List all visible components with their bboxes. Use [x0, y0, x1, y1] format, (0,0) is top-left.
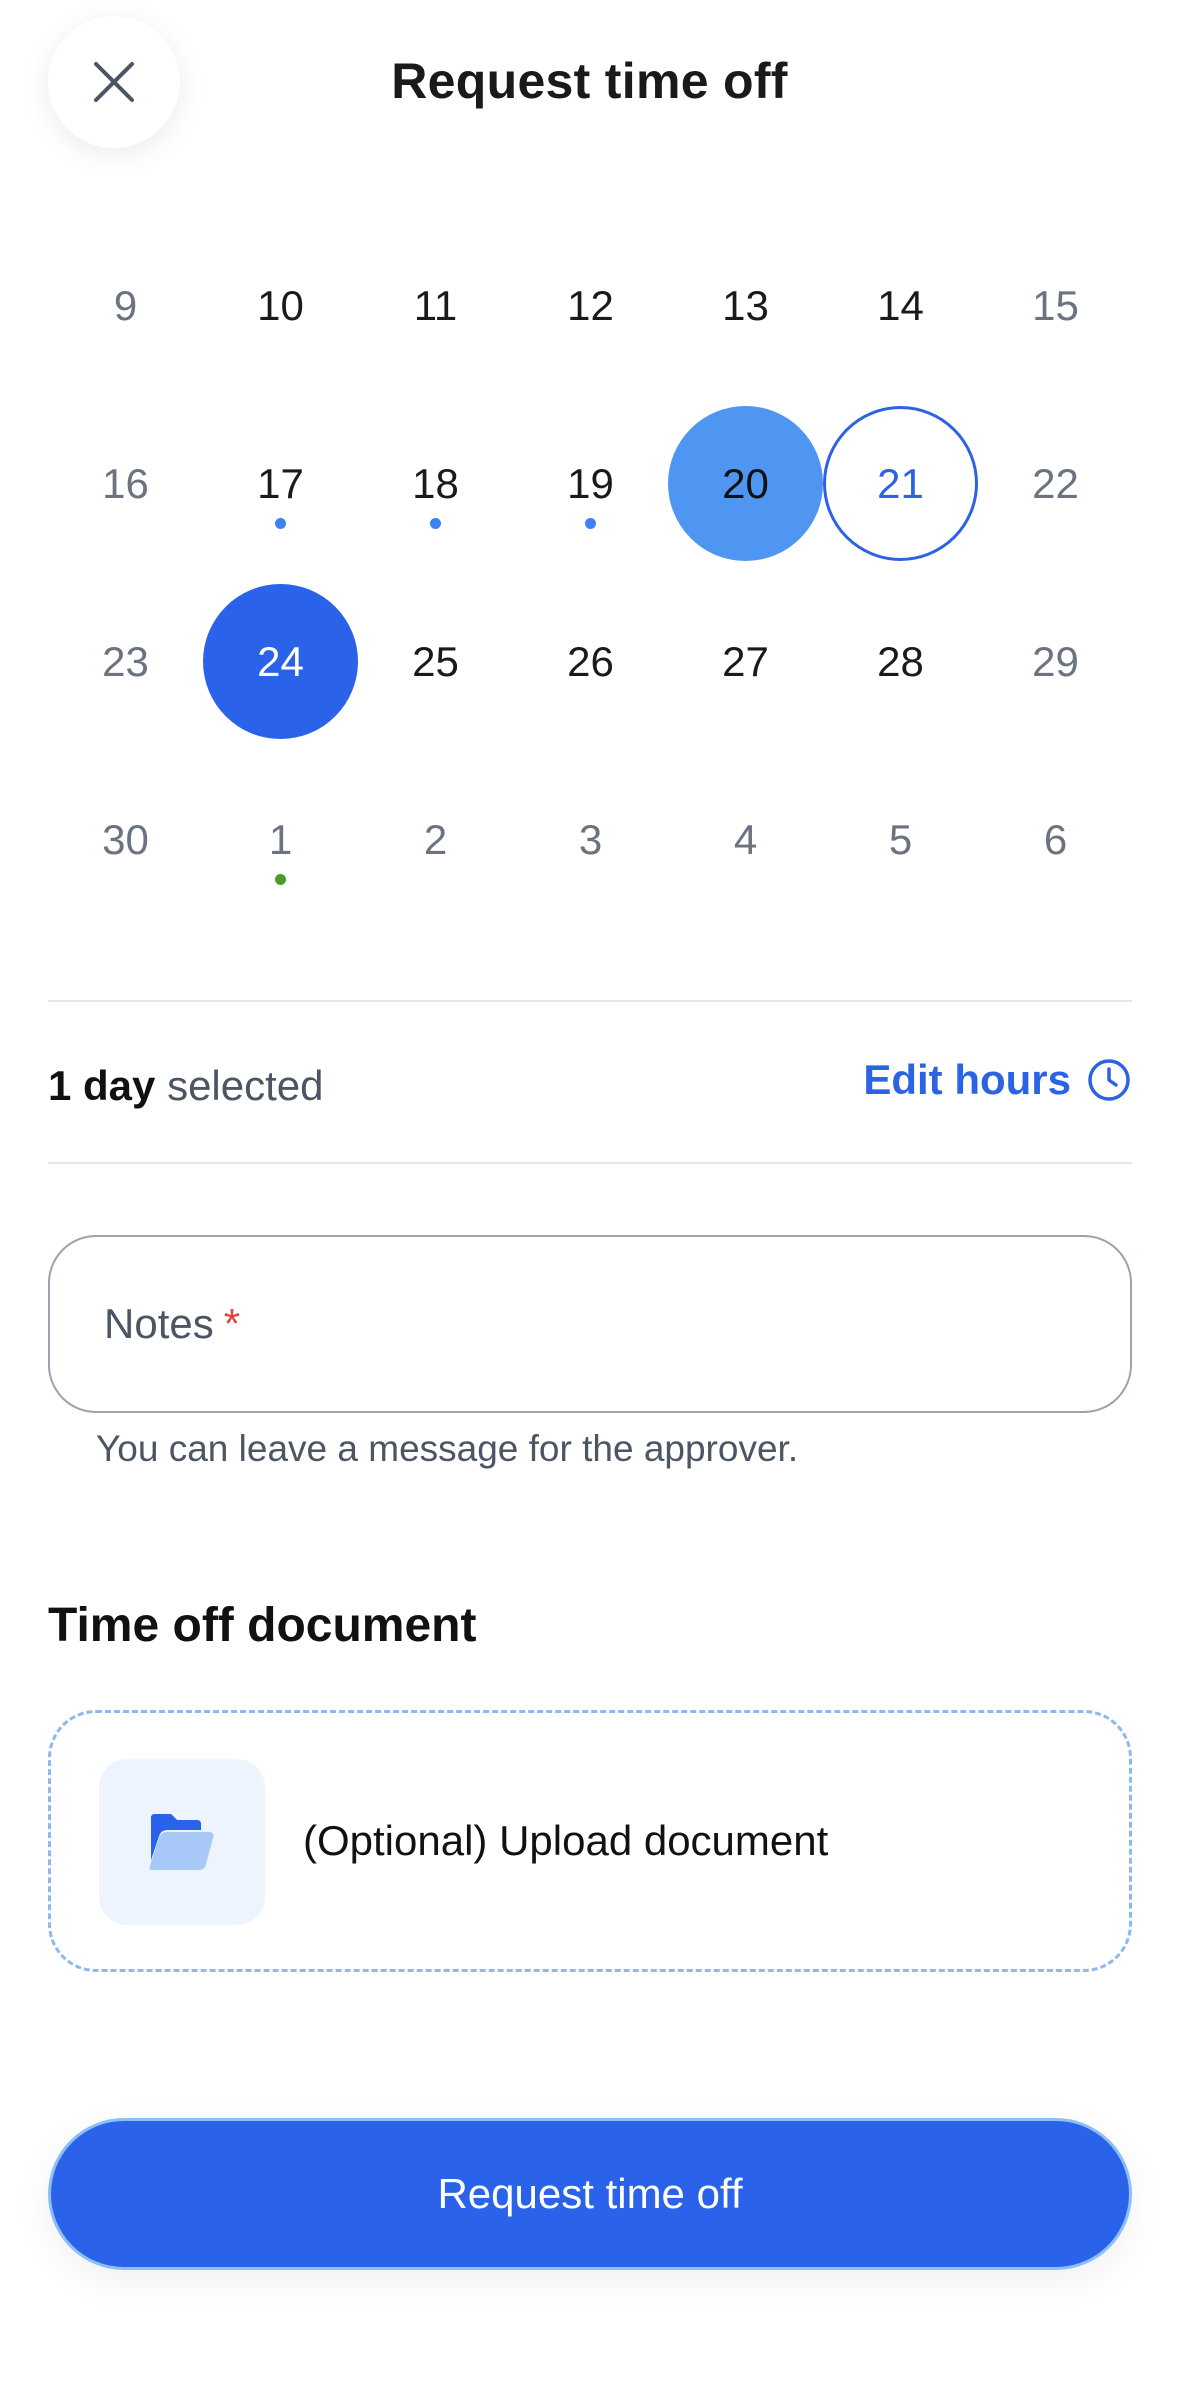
- upload-label: (Optional) Upload document: [303, 1817, 829, 1864]
- calendar-day[interactable]: 26: [513, 584, 668, 739]
- edit-hours-button[interactable]: Edit hours: [863, 1056, 1131, 1104]
- calendar-day[interactable]: 15: [978, 228, 1133, 383]
- notes-label: Notes: [104, 1300, 214, 1347]
- calendar-day[interactable]: 11: [358, 228, 513, 383]
- page-title: Request time off: [391, 53, 788, 109]
- upload-icon-container: [99, 1759, 265, 1925]
- calendar-day[interactable]: 10: [203, 228, 358, 383]
- calendar-week-row: 16 17 18 19 20 21 22: [48, 406, 1132, 561]
- upload-document-area[interactable]: (Optional) Upload document: [48, 1710, 1132, 1972]
- calendar-day[interactable]: 29: [978, 584, 1133, 739]
- calendar-day[interactable]: 22: [978, 406, 1133, 561]
- header: Request time off: [0, 0, 1179, 160]
- calendar-day[interactable]: 27: [668, 584, 823, 739]
- divider: [48, 1000, 1132, 1002]
- event-dot: [430, 518, 441, 529]
- event-dot: [585, 518, 596, 529]
- calendar-day[interactable]: 21: [823, 406, 978, 561]
- divider: [48, 1162, 1132, 1164]
- calendar-week-row: 30 1 2 3 4 5 6: [48, 762, 1132, 917]
- calendar-week-row: 23 24 25 26 27 28 29: [48, 584, 1132, 739]
- calendar-day[interactable]: 9: [48, 228, 203, 383]
- calendar-day[interactable]: 18: [358, 406, 513, 561]
- calendar-day[interactable]: 6: [978, 762, 1133, 917]
- calendar-day[interactable]: 16: [48, 406, 203, 561]
- calendar-day[interactable]: 13: [668, 228, 823, 383]
- selected-count: 1 day: [48, 1062, 156, 1109]
- event-dot: [275, 518, 286, 529]
- holiday-dot: [275, 874, 286, 885]
- calendar-day[interactable]: 3: [513, 762, 668, 917]
- selection-summary: 1 day selected: [48, 1062, 324, 1110]
- calendar-day[interactable]: 2: [358, 762, 513, 917]
- calendar-day[interactable]: 28: [823, 584, 978, 739]
- calendar-day[interactable]: 17: [203, 406, 358, 561]
- notes-input[interactable]: Notes *: [48, 1235, 1132, 1413]
- calendar-day[interactable]: 30: [48, 762, 203, 917]
- calendar-day[interactable]: 5: [823, 762, 978, 917]
- required-mark: *: [223, 1300, 241, 1347]
- calendar-day[interactable]: 25: [358, 584, 513, 739]
- calendar-day[interactable]: 1: [203, 762, 358, 917]
- calendar-day[interactable]: 20: [668, 406, 823, 561]
- edit-hours-label: Edit hours: [863, 1056, 1071, 1103]
- calendar-week-row: 9 10 11 12 13 14 15: [48, 228, 1132, 383]
- selected-suffix: selected: [167, 1062, 324, 1109]
- calendar-day[interactable]: 19: [513, 406, 668, 561]
- folder-icon: [149, 1814, 214, 1870]
- calendar-day[interactable]: 12: [513, 228, 668, 383]
- request-time-off-button[interactable]: Request time off: [48, 2118, 1132, 2270]
- calendar-day[interactable]: 14: [823, 228, 978, 383]
- section-title: Time off document: [48, 1599, 477, 1652]
- calendar-day[interactable]: 4: [668, 762, 823, 917]
- clock-icon: [1087, 1058, 1131, 1102]
- calendar-day[interactable]: 23: [48, 584, 203, 739]
- calendar-day[interactable]: 24: [203, 584, 358, 739]
- notes-helper-text: You can leave a message for the approver…: [96, 1428, 799, 1469]
